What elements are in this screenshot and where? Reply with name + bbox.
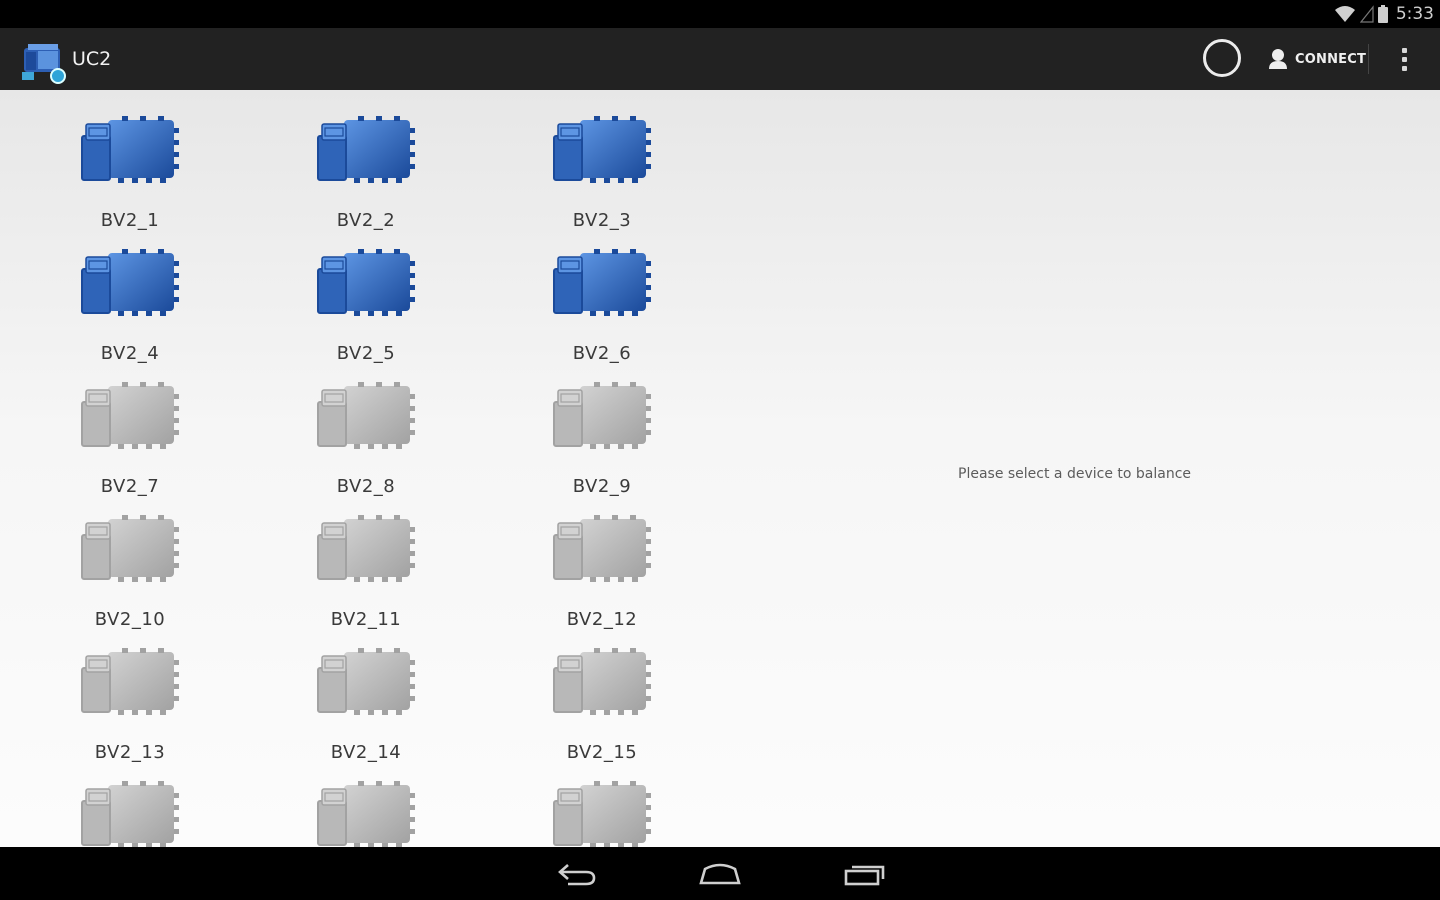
device-item[interactable]: BV2_12 bbox=[484, 515, 720, 648]
device-icon bbox=[317, 515, 415, 582]
device-icon bbox=[553, 515, 651, 582]
device-label: BV2_12 bbox=[566, 609, 638, 630]
device-item[interactable] bbox=[484, 781, 720, 847]
action-bar: UC2 CONNECT bbox=[0, 28, 1440, 90]
device-label: BV2_15 bbox=[566, 742, 638, 763]
device-item[interactable]: BV2_1 bbox=[12, 116, 248, 249]
device-label: BV2_13 bbox=[94, 742, 166, 763]
device-icon bbox=[553, 382, 651, 449]
device-icon bbox=[81, 515, 179, 582]
device-label: BV2_7 bbox=[100, 476, 160, 497]
device-item[interactable]: BV2_13 bbox=[12, 648, 248, 781]
device-label: BV2_2 bbox=[336, 210, 396, 231]
device-item[interactable]: BV2_4 bbox=[12, 249, 248, 382]
app-title: UC2 bbox=[72, 48, 112, 70]
device-icon bbox=[553, 648, 651, 715]
device-grid: BV2_1 BV2_2 BV2_3 BV2_4 BV2_5 BV2_6 BV2_7 BV2_8… bbox=[12, 116, 722, 847]
device-icon bbox=[317, 648, 415, 715]
device-item[interactable]: BV2_10 bbox=[12, 515, 248, 648]
connect-label: CONNECT bbox=[1295, 51, 1367, 67]
device-icon bbox=[553, 249, 651, 316]
status-time: 5:33 bbox=[1395, 4, 1434, 24]
back-button[interactable] bbox=[546, 855, 606, 893]
status-bar: 5:33 bbox=[0, 0, 1440, 28]
device-label: BV2_4 bbox=[100, 343, 160, 364]
device-item[interactable]: BV2_11 bbox=[248, 515, 484, 648]
device-item[interactable] bbox=[12, 781, 248, 847]
device-label: BV2_10 bbox=[94, 609, 166, 630]
device-icon bbox=[81, 648, 179, 715]
home-icon bbox=[699, 863, 741, 885]
home-button[interactable] bbox=[690, 855, 750, 893]
device-icon bbox=[317, 116, 415, 183]
device-item[interactable]: BV2_6 bbox=[484, 249, 720, 382]
back-icon bbox=[558, 864, 596, 886]
device-item[interactable]: BV2_8 bbox=[248, 382, 484, 515]
loading-spinner bbox=[1203, 39, 1241, 77]
device-icon bbox=[553, 781, 651, 847]
battery-icon bbox=[1377, 5, 1388, 23]
navigation-bar bbox=[0, 847, 1440, 900]
device-icon bbox=[553, 116, 651, 183]
device-item[interactable]: BV2_2 bbox=[248, 116, 484, 249]
device-item[interactable]: BV2_5 bbox=[248, 249, 484, 382]
detail-placeholder-message: Please select a device to balance bbox=[958, 466, 1192, 482]
device-item[interactable]: BV2_15 bbox=[484, 648, 720, 781]
device-icon bbox=[317, 249, 415, 316]
uc2-app-icon[interactable] bbox=[20, 38, 68, 84]
status-icons: 5:33 bbox=[1334, 3, 1434, 25]
device-label: BV2_5 bbox=[336, 343, 396, 364]
device-icon bbox=[317, 382, 415, 449]
device-label: BV2_1 bbox=[100, 210, 160, 231]
device-label: BV2_8 bbox=[336, 476, 396, 497]
content-area: BV2_1 BV2_2 BV2_3 BV2_4 BV2_5 BV2_6 BV2_7 BV2_8… bbox=[0, 90, 1440, 847]
recent-apps-button[interactable] bbox=[835, 855, 895, 893]
device-icon bbox=[81, 382, 179, 449]
device-label: BV2_3 bbox=[572, 210, 632, 231]
signal-icon bbox=[1359, 5, 1374, 23]
device-label: BV2_11 bbox=[330, 609, 402, 630]
wifi-icon bbox=[1334, 6, 1355, 22]
overflow-menu-icon[interactable] bbox=[1390, 40, 1418, 78]
recent-apps-icon bbox=[844, 865, 885, 886]
device-icon bbox=[81, 116, 179, 183]
device-icon bbox=[81, 249, 179, 316]
device-item[interactable]: BV2_14 bbox=[248, 648, 484, 781]
device-item[interactable]: BV2_7 bbox=[12, 382, 248, 515]
device-icon bbox=[81, 781, 179, 847]
device-label: BV2_14 bbox=[330, 742, 402, 763]
device-icon bbox=[317, 781, 415, 847]
user-icon bbox=[1269, 49, 1287, 69]
connect-button[interactable]: CONNECT bbox=[1258, 36, 1376, 82]
action-bar-divider bbox=[1368, 44, 1369, 74]
device-item[interactable]: BV2_9 bbox=[484, 382, 720, 515]
device-label: BV2_6 bbox=[572, 343, 632, 364]
device-label: BV2_9 bbox=[572, 476, 632, 497]
device-item[interactable] bbox=[248, 781, 484, 847]
device-item[interactable]: BV2_3 bbox=[484, 116, 720, 249]
